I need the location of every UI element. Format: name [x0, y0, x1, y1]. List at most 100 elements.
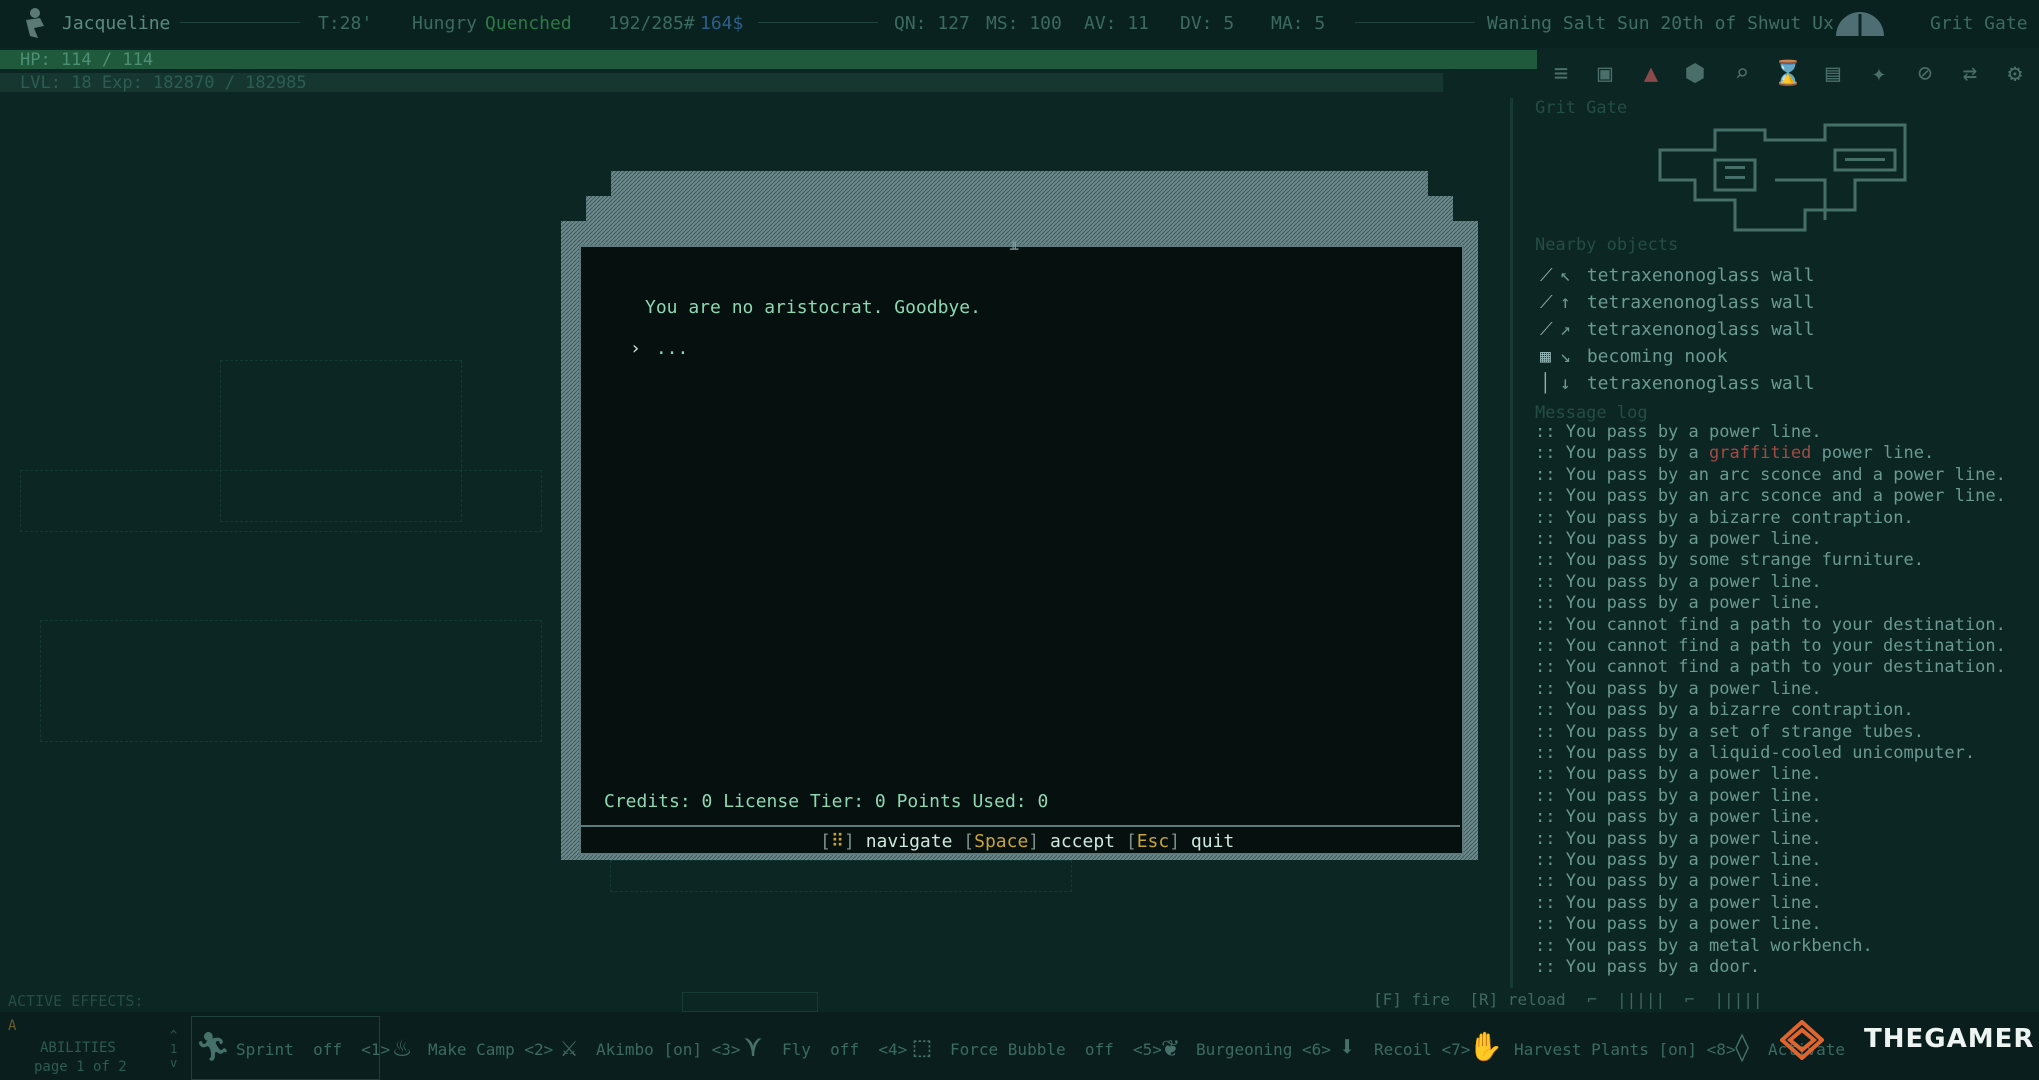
log-line: :: You cannot find a path to your destin…: [1535, 614, 2006, 635]
ability-fly[interactable]: Fly off <4>: [782, 1040, 907, 1059]
ammo-icon: |||||: [1714, 990, 1763, 1009]
quests-icon[interactable]: ✦: [1864, 58, 1894, 88]
fire-hint[interactable]: [F] fire: [1373, 990, 1450, 1009]
log-line: :: You pass by a power line.: [1535, 764, 1822, 785]
log-line: :: You pass by a bizarre contraption.: [1535, 507, 1914, 528]
equipment-icon[interactable]: ⬢: [1680, 58, 1710, 88]
wall-icon: ⟋: [1540, 319, 1553, 340]
wall-icon: │: [1540, 373, 1551, 394]
target-box: [682, 992, 818, 1012]
ability-hotkey-marker: A: [8, 1018, 17, 1034]
nearby-item[interactable]: ⟋ ↖ tetraxenonoglass wall: [1540, 265, 1814, 286]
character-sheet-icon[interactable]: ▤: [1818, 58, 1848, 88]
log-line: :: You cannot find a path to your destin…: [1535, 636, 2006, 656]
plant-icon: ❦: [1161, 1030, 1179, 1063]
log-line: :: You pass by some strange furniture.: [1535, 550, 1924, 571]
ability-akimbo[interactable]: Akimbo [on] <3>: [596, 1040, 741, 1059]
hp-text: HP: 114 / 114: [20, 50, 154, 70]
ability-sprint[interactable]: Sprint off <1>: [236, 1040, 390, 1059]
status-bar: Jacqueline T:28' Hungry Quenched 192/285…: [0, 0, 2039, 48]
divider: [1355, 22, 1475, 23]
log-line: :: You pass by a set of strange tubes.: [1535, 721, 1924, 742]
dialog-keybar: [⠿] navigate [Space] accept [Esc] quit: [820, 831, 1235, 852]
divider: [180, 22, 300, 23]
harvest-icon: ✋: [1468, 1030, 1503, 1063]
ability-force-bubble[interactable]: Force Bubble off <5>: [950, 1040, 1162, 1059]
selection-marker: ›: [630, 338, 641, 359]
sprint-icon: 🏃︎: [195, 1030, 231, 1063]
activate-icon: ◊: [1733, 1030, 1751, 1063]
dialog-speech: You are no aristocrat. Goodbye.: [645, 297, 981, 318]
abilities-icon[interactable]: ▲: [1636, 58, 1666, 88]
hp-bar: HP: 114 / 114: [0, 50, 1537, 70]
calendar-date: Waning Salt Sun 20th of Shwut Ux: [1487, 13, 1834, 34]
log-line: :: You pass by a power line.: [1535, 914, 1822, 935]
hunger-status: Hungry: [412, 13, 478, 34]
zone-name: Grit Gate: [1930, 13, 2028, 34]
ability-page-arrows[interactable]: ^ 1 v: [170, 1028, 177, 1070]
minimap[interactable]: [1655, 120, 1911, 232]
log-line: :: You pass by an arc sconce and a power…: [1535, 486, 2006, 507]
dialog-divider: [579, 825, 1460, 827]
log-line: :: You pass by a power line.: [1535, 871, 1822, 892]
inventory-icon[interactable]: ▣: [1590, 58, 1620, 88]
character-name: Jacqueline: [62, 13, 171, 34]
dialog-window: [579, 245, 1464, 855]
map-structure: [610, 860, 1072, 892]
log-line: :: You pass by a power line.: [1535, 892, 1822, 913]
armor-stat: AV: 11: [1084, 13, 1150, 34]
ability-recoil[interactable]: Recoil <7>: [1374, 1040, 1470, 1059]
fire-reload-hints[interactable]: [F] fire [R] reload ⌐ ||||| ⌐ |||||: [1373, 990, 1763, 1009]
log-line: :: You pass by a liquid-cooled unicomput…: [1535, 743, 1976, 763]
nook-icon: ▦: [1540, 346, 1551, 367]
watermark-logo-icon: [1780, 1020, 1824, 1060]
log-line: :: You pass by a door.: [1535, 957, 1761, 977]
log-line: :: You pass by a graffitied power line.: [1535, 443, 1935, 464]
mental-armor-stat: MA: 5: [1271, 13, 1326, 34]
map-structure: [40, 620, 542, 742]
ability-burgeoning[interactable]: Burgeoning <6>: [1196, 1040, 1331, 1059]
log-line: :: You pass by a power line.: [1535, 571, 1822, 592]
nearby-objects-title: Nearby objects: [1535, 235, 1679, 255]
log-line: :: You pass by a power line.: [1535, 529, 1822, 549]
day-dial-icon: [1836, 12, 1884, 36]
navigate-keys-icon: ⠿: [830, 831, 845, 852]
turn-counter: T:28': [318, 13, 373, 34]
log-line: :: You pass by a bizarre contraption.: [1535, 700, 1914, 721]
level-text: LVL: 18 Exp: 182870 / 182985: [20, 73, 307, 93]
credits-readout: Credits: 0 License Tier: 0 Points Used: …: [604, 791, 1049, 812]
move-speed-stat: MS: 100: [986, 13, 1062, 34]
recoil-icon: ⬇: [1338, 1030, 1356, 1063]
log-line: :: You pass by a power line.: [1535, 678, 1822, 699]
nearby-item[interactable]: ⟋ ↗ tetraxenonoglass wall: [1540, 319, 1814, 340]
reload-hint[interactable]: [R] reload: [1469, 990, 1565, 1009]
message-log-title: Message log: [1535, 403, 1648, 423]
ability-harvest-plants[interactable]: Harvest Plants [on] <8>: [1514, 1040, 1736, 1059]
log-line: :: You pass by a power line.: [1535, 807, 1822, 828]
nearby-item[interactable]: │ ↓ tetraxenonoglass wall: [1540, 373, 1814, 394]
ammo-icon: |||||: [1616, 990, 1666, 1009]
frame-ornament: ╨: [1010, 242, 1019, 258]
wait-icon[interactable]: ⌛: [1773, 58, 1803, 88]
force-bubble-icon: ⬚: [913, 1030, 931, 1063]
auto-explore-icon[interactable]: ⊘: [1910, 58, 1940, 88]
travel-icon[interactable]: ⇄: [1955, 58, 1985, 88]
quickness-stat: QN: 127: [894, 13, 970, 34]
quit-button[interactable]: [Esc] quit: [1126, 831, 1234, 852]
accept-button[interactable]: [Space] accept: [963, 831, 1115, 852]
options-icon[interactable]: ⚙: [2000, 58, 2030, 88]
navigate-label: navigate: [865, 831, 953, 852]
nearby-item[interactable]: ▦ ↘ becoming nook: [1540, 346, 1728, 367]
ability-make-camp[interactable]: Make Camp <2>: [428, 1040, 553, 1059]
thirst-status: Quenched: [485, 13, 572, 34]
akimbo-icon: ⚔: [560, 1030, 578, 1063]
dialog-option[interactable]: › ...: [630, 338, 688, 359]
abilities-page[interactable]: page 1 of 2: [34, 1059, 127, 1075]
wall-icon: ⟋: [1540, 265, 1553, 286]
menu-icon[interactable]: ≡: [1546, 58, 1576, 88]
log-line: :: You pass by a power line.: [1535, 593, 1822, 614]
map-structure: [20, 470, 542, 532]
nearby-item[interactable]: ⟋ ↑ tetraxenonoglass wall: [1540, 292, 1814, 313]
log-line: :: You pass by an arc sconce and a power…: [1535, 464, 2006, 485]
look-icon[interactable]: ⌕: [1727, 58, 1757, 88]
